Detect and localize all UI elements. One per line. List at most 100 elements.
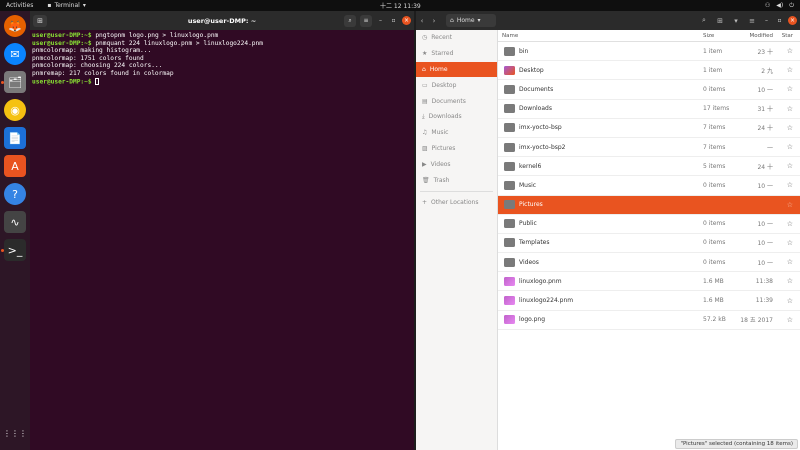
sidebar-item-downloads[interactable]: ⤓ Downloads bbox=[416, 109, 497, 125]
search-button[interactable]: ⌕ bbox=[698, 15, 710, 27]
app-menu[interactable]: ▪ Terminal ▾ bbox=[47, 2, 85, 9]
close-icon: × bbox=[789, 17, 796, 24]
file-row[interactable]: Downloads 17 items 31 十 ☆ bbox=[498, 100, 800, 119]
file-row[interactable]: Desktop 1 item 2 九 ☆ bbox=[498, 61, 800, 81]
file-row[interactable]: Pictures ☆ bbox=[498, 195, 800, 215]
star-icon[interactable]: ☆ bbox=[773, 66, 793, 74]
help-icon[interactable]: ? bbox=[4, 183, 26, 205]
star-icon[interactable]: ☆ bbox=[773, 201, 793, 209]
file-name-cell: kernel6 bbox=[498, 161, 703, 171]
file-row[interactable]: Public 0 items 10 一 ☆ bbox=[498, 215, 800, 234]
file-row[interactable]: linuxlogo.pnm 1.6 MB 11:38 ☆ bbox=[498, 272, 800, 292]
file-row[interactable]: logo.png 57.2 kB 18 五 2017 ☆ bbox=[498, 311, 800, 330]
file-row[interactable]: Videos 0 items 10 一 ☆ bbox=[498, 253, 800, 273]
star-icon[interactable]: ☆ bbox=[773, 105, 793, 113]
terminal-output[interactable]: user@user-DMP:~$ pngtopnm logo.png > lin… bbox=[30, 30, 414, 88]
sidebar-item-videos[interactable]: ▶ Videos bbox=[416, 156, 497, 172]
sidebar-icon: ▤ bbox=[422, 97, 428, 105]
star-icon[interactable]: ☆ bbox=[773, 220, 793, 228]
system-status[interactable]: ⚇ ◀) ⏻ bbox=[765, 2, 794, 10]
search-button[interactable]: ⌕ bbox=[344, 14, 356, 27]
files-icon[interactable]: 🗂 bbox=[1, 71, 26, 93]
file-name: imx-yocto-bsp2 bbox=[519, 143, 566, 151]
file-row[interactable]: Templates 0 items 10 一 ☆ bbox=[498, 234, 800, 254]
close-button[interactable]: × bbox=[788, 16, 797, 25]
monitor-icon[interactable]: ∿ bbox=[4, 211, 26, 233]
maximize-button[interactable]: ▫ bbox=[775, 16, 784, 25]
file-modified: 31 十 bbox=[757, 106, 773, 114]
star-icon[interactable]: ☆ bbox=[773, 181, 793, 189]
terminal-icon[interactable]: >_ bbox=[1, 239, 26, 261]
maximize-button[interactable]: ▫ bbox=[389, 16, 398, 25]
column-star[interactable]: Star bbox=[773, 33, 793, 39]
app-menu-label: Terminal bbox=[54, 2, 80, 9]
activities-button[interactable]: Activities bbox=[6, 2, 33, 9]
star-icon[interactable]: ☆ bbox=[773, 143, 793, 151]
show-apps-button[interactable]: ⋮⋮⋮ bbox=[3, 422, 27, 444]
file-row[interactable]: imx-yocto-bsp2 7 items 一 ☆ bbox=[498, 138, 800, 158]
column-name[interactable]: Name bbox=[498, 33, 703, 39]
sidebar-item-desktop[interactable]: ▭ Desktop bbox=[416, 77, 497, 93]
star-icon[interactable]: ☆ bbox=[773, 297, 793, 305]
thunderbird-icon[interactable]: ✉ bbox=[4, 43, 26, 65]
minimize-button[interactable]: – bbox=[376, 16, 385, 25]
sidebar-icon: ⌂ bbox=[422, 65, 426, 73]
column-size[interactable]: Size bbox=[703, 33, 733, 39]
column-modified[interactable]: Modified bbox=[733, 33, 773, 39]
folder-icon bbox=[504, 238, 515, 248]
sidebar-item-documents[interactable]: ▤ Documents bbox=[416, 93, 497, 109]
star-icon[interactable]: ☆ bbox=[773, 258, 793, 266]
image-file-icon bbox=[504, 296, 515, 306]
star-icon[interactable]: ☆ bbox=[773, 277, 793, 285]
file-row[interactable]: Documents 0 items 10 一 ☆ bbox=[498, 80, 800, 100]
sidebar-item-recent[interactable]: ◷ Recent bbox=[416, 30, 497, 46]
sidebar-item-label: Documents bbox=[431, 97, 466, 105]
sidebar-item-label: Other Locations bbox=[431, 199, 479, 207]
sidebar-item-music[interactable]: ♫ Music bbox=[416, 125, 497, 141]
file-row[interactable]: bin 1 item 23 十 ☆ bbox=[498, 42, 800, 62]
star-icon[interactable]: ☆ bbox=[773, 124, 793, 132]
forward-button[interactable]: › bbox=[428, 15, 440, 27]
sidebar-item-pictures[interactable]: ▨ Pictures bbox=[416, 141, 497, 157]
firefox-icon[interactable]: 🦊 bbox=[4, 15, 26, 37]
sidebar-item-trash[interactable]: 🗑 Trash bbox=[416, 172, 497, 188]
sidebar-item-other-locations[interactable]: + Other Locations bbox=[416, 195, 497, 211]
star-icon[interactable]: ☆ bbox=[773, 316, 793, 324]
close-button[interactable]: × bbox=[402, 16, 411, 25]
view-options-button[interactable]: ▾ bbox=[730, 15, 742, 27]
clock[interactable]: 十二 12 11:39 bbox=[380, 1, 421, 10]
file-row[interactable]: linuxlogo224.pnm 1.6 MB 11:39 ☆ bbox=[498, 291, 800, 311]
sidebar-icon: ★ bbox=[422, 50, 428, 58]
menu-button[interactable]: ≡ bbox=[360, 14, 372, 27]
file-size: 0 items bbox=[703, 220, 726, 228]
sidebar-item-home[interactable]: ⌂ Home bbox=[416, 61, 497, 78]
view-toggle-button[interactable]: ⊞ bbox=[714, 15, 726, 27]
files-window[interactable]: ‹ › ⌂ Home ▾ ⌕ ⊞ ▾ ≡ – ▫ × ◷ Recent ★ Starr… bbox=[416, 11, 800, 450]
sidebar-icon: ♫ bbox=[422, 129, 428, 137]
menu-button[interactable]: ≡ bbox=[746, 15, 758, 27]
dock: 🦊 ✉ 🗂 ◉ 📄 A? ∿ >_ ⋮⋮⋮ bbox=[0, 11, 30, 450]
minimize-button[interactable]: – bbox=[762, 16, 771, 25]
writer-icon[interactable]: 📄 bbox=[4, 127, 26, 149]
sidebar-item-starred[interactable]: ★ Starred bbox=[416, 46, 497, 62]
back-button[interactable]: ‹ bbox=[416, 15, 428, 27]
star-icon[interactable]: ☆ bbox=[773, 162, 793, 170]
star-icon[interactable]: ☆ bbox=[773, 85, 793, 93]
file-row[interactable]: imx-yocto-bsp 7 items 24 十 ☆ bbox=[498, 119, 800, 138]
chevron-right-icon: › bbox=[432, 16, 436, 25]
star-icon[interactable]: ☆ bbox=[773, 239, 793, 247]
file-row[interactable]: kernel6 5 items 24 十 ☆ bbox=[498, 157, 800, 177]
chevron-down-icon: ▾ bbox=[477, 17, 481, 24]
rhythmbox-icon[interactable]: ◉ bbox=[4, 99, 26, 121]
star-icon[interactable]: ☆ bbox=[773, 47, 793, 55]
file-name: bin bbox=[519, 47, 529, 55]
path-bar[interactable]: ⌂ Home ▾ bbox=[446, 14, 496, 27]
folder-icon bbox=[504, 46, 515, 56]
image-file-icon bbox=[504, 315, 515, 325]
file-row[interactable]: Music 0 items 10 一 ☆ bbox=[498, 176, 800, 196]
grid-icon: ⊞ bbox=[717, 16, 723, 25]
software-icon[interactable]: A bbox=[4, 155, 26, 177]
terminal-window[interactable]: ⊞ user@user-DMP: ~ ⌕ ≡ – ▫ × user@user-D… bbox=[30, 11, 414, 450]
folder-icon bbox=[504, 84, 515, 94]
file-size: 57.2 kB bbox=[703, 316, 726, 324]
